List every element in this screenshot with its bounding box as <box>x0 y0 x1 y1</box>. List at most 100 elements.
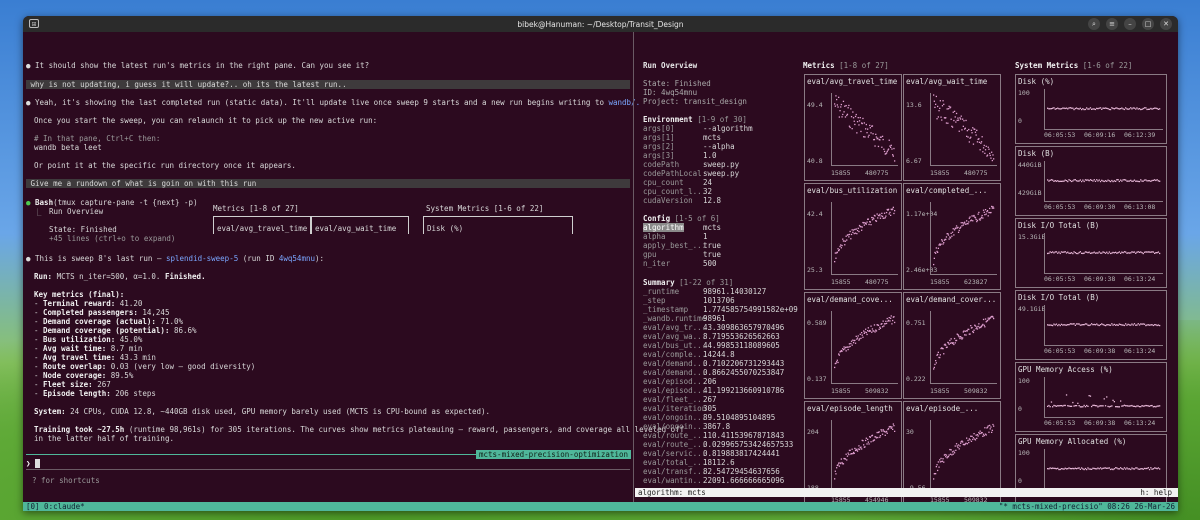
chart-axes <box>1044 305 1163 346</box>
kv-key: args[1] <box>643 133 675 142</box>
chart-series-points <box>1047 394 1161 408</box>
state-label: State: Finished <box>49 225 117 234</box>
metric-chart-panel[interactable]: eval/demand_cover... 0.751 0.222 15855 50983… <box>903 292 1001 399</box>
metric-chart-panel[interactable]: eval/bus_utilization 42.4 25.3 15855 480775 <box>804 183 902 290</box>
prompt[interactable]: ❯ <box>26 459 40 468</box>
kv-key[interactable]: algorithm <box>643 223 684 232</box>
system-chart-panel[interactable]: GPU Memory Access (%) 100 0 06:05:53 06:09:3… <box>1015 362 1167 432</box>
system-title: System Metrics [1-6 of 22] <box>1015 61 1133 70</box>
metric-chart-panel[interactable]: eval/avg_wait_time 13.6 6.67 15855 480775 <box>903 74 1001 181</box>
kv-key: eval/bus_ut... <box>643 341 707 350</box>
time-label: 06:12:39 <box>1124 131 1156 139</box>
kv-key: apply_best_... <box>643 241 707 250</box>
kv-key: codePath <box>643 160 680 169</box>
kv-key: eval/episod... <box>643 377 707 386</box>
metric-item: - Demand coverage (potential): 86.6% <box>34 326 197 335</box>
kv-value: 32 <box>703 187 713 196</box>
kv-value: 24 <box>703 178 713 187</box>
chart-axes <box>831 202 898 275</box>
run-overview-pane: Run Overview State: Finished ID: 4wq54mn… <box>641 32 798 502</box>
y-max-label: 15.3GiB <box>1018 233 1046 241</box>
key-metrics-heading: Key metrics (final): <box>34 290 125 299</box>
run-line: Run: MCTS n_iter=500, α=1.0. Finished. <box>34 272 206 281</box>
mini-panel: Disk (%) <box>423 216 573 234</box>
maximize-icon[interactable]: □ <box>1142 18 1154 30</box>
kv-value: mcts <box>703 223 722 232</box>
chart-title: GPU Memory Access (%) <box>1018 365 1113 374</box>
mini-panel: eval/avg_wait_time <box>311 216 409 234</box>
kv-value: 44.99853118089605 <box>703 341 780 350</box>
chart-series-points <box>1047 179 1161 183</box>
system-chart-panel[interactable]: Disk (B) 440GiB 429GiB 06:05:53 06:09:30 06:1… <box>1015 146 1167 216</box>
chart-series-points <box>1047 323 1161 327</box>
chart-title: eval/completed_... <box>906 186 988 195</box>
x-max-label: 509832 <box>964 387 988 395</box>
chart-title: eval/demand_cove... <box>807 295 893 304</box>
pane-divider[interactable] <box>633 32 634 502</box>
kv-key: eval/demand... <box>643 368 707 377</box>
y-max-label: 42.4 <box>807 210 823 218</box>
chart-axes <box>1044 233 1163 274</box>
kv-value: 98961.14030127 <box>703 287 767 296</box>
metric-chart-panel[interactable]: eval/completed_... 1.17e+04 2.46e+03 15855 6… <box>903 183 1001 290</box>
selection-bar: algorithm: mcts h: help <box>635 488 1178 497</box>
system-chart-panel[interactable]: Disk I/O Total (B) 15.3GiB 06:05:53 06:09:3… <box>1015 218 1167 288</box>
chart-axes <box>1044 449 1163 490</box>
y-min-label: 6.67 <box>906 157 922 165</box>
metric-item: - Route overlap: 0.03 (very low — good d… <box>34 362 256 371</box>
kv-key: eval/demand... <box>643 359 707 368</box>
kv-value: 22091.666666665096 <box>703 476 785 485</box>
time-label: 06:05:53 <box>1044 419 1076 427</box>
chart-axes <box>930 202 997 275</box>
kv-key: eval/route_... <box>643 440 707 449</box>
time-label: 06:05:53 <box>1044 131 1076 139</box>
system-chart-panel[interactable]: Disk I/O Total (B) 49.1GiB 06:05:53 06:09:3… <box>1015 290 1167 360</box>
minimize-icon[interactable]: – <box>1124 18 1136 30</box>
kv-key: cudaVersion <box>643 196 693 205</box>
y-min-label: 40.8 <box>807 157 823 165</box>
system-line: System: 24 CPUs, CUDA 12.8, ~440GB disk … <box>34 407 491 416</box>
time-label: 06:05:53 <box>1044 203 1076 211</box>
x-max-label: 509832 <box>865 387 889 395</box>
search-icon[interactable]: ⌕ <box>1088 18 1100 30</box>
metric-item: - Fleet size: 267 <box>34 380 111 389</box>
system-chart-panel[interactable]: Disk (%) 100 0 06:05:53 06:09:16 06:12:39 <box>1015 74 1167 144</box>
env-heading: Environment [1-9 of 30] <box>643 115 747 124</box>
overview-title: Run Overview <box>643 61 698 70</box>
kv-key: args[0] <box>643 124 675 133</box>
menu-icon[interactable]: ≡ <box>1106 18 1118 30</box>
metrics-header: Metrics [1-8 of 27] <box>213 204 299 213</box>
kv-value: 3867.8 <box>703 422 731 431</box>
terminal-window: ⊞ bibek@Hanuman: ~/Desktop/Transit_Desig… <box>23 16 1178 511</box>
kv-value: true <box>703 241 722 250</box>
time-label: 06:09:30 <box>1084 203 1116 211</box>
claude-pane[interactable]: ● It should show the latest run's metric… <box>23 32 684 502</box>
kv-value: sweep.py <box>703 169 740 178</box>
training-line: Training took ~27.5h (runtime 98,961s) f… <box>34 425 685 434</box>
kv-value: 0.819883817424441 <box>703 449 780 458</box>
terminal-menu-icon[interactable]: ⊞ <box>29 19 39 28</box>
chart-axes <box>930 420 997 493</box>
metric-chart-panel[interactable]: eval/demand_cove... 0.589 0.137 15855 509832 <box>804 292 902 399</box>
y-min-label: 0.137 <box>807 375 827 383</box>
message-line: Once you start the sweep, you can relaun… <box>34 116 378 125</box>
metric-item: - Avg wait time: 8.7 min <box>34 344 143 353</box>
close-icon[interactable]: ✕ <box>1160 18 1172 30</box>
x-min-label: 15855 <box>831 387 851 395</box>
config-heading: Config [1-5 of 6] <box>643 214 720 223</box>
chart-series-points <box>834 423 896 480</box>
y-max-label: 100 <box>1018 89 1030 97</box>
metric-chart-panel[interactable]: eval/avg_travel_time 49.4 40.8 15855 480775 <box>804 74 902 181</box>
kv-value: sweep.py <box>703 160 740 169</box>
chart-series-points <box>933 315 995 370</box>
metric-item: - Completed passengers: 14,245 <box>34 308 170 317</box>
y-max-label: 100 <box>1018 449 1030 457</box>
time-label: 06:13:24 <box>1124 347 1156 355</box>
system-metrics-header: System Metrics [1-6 of 22] <box>426 204 544 213</box>
y-min-label: 0 <box>1018 405 1022 413</box>
kv-value: --alpha <box>703 142 735 151</box>
chart-title: eval/avg_wait_time <box>906 77 988 86</box>
expand-hint[interactable]: +45 lines (ctrl+o to expand) <box>49 234 175 243</box>
x-max-label: 623827 <box>964 278 988 286</box>
chart-axes <box>1044 161 1163 202</box>
